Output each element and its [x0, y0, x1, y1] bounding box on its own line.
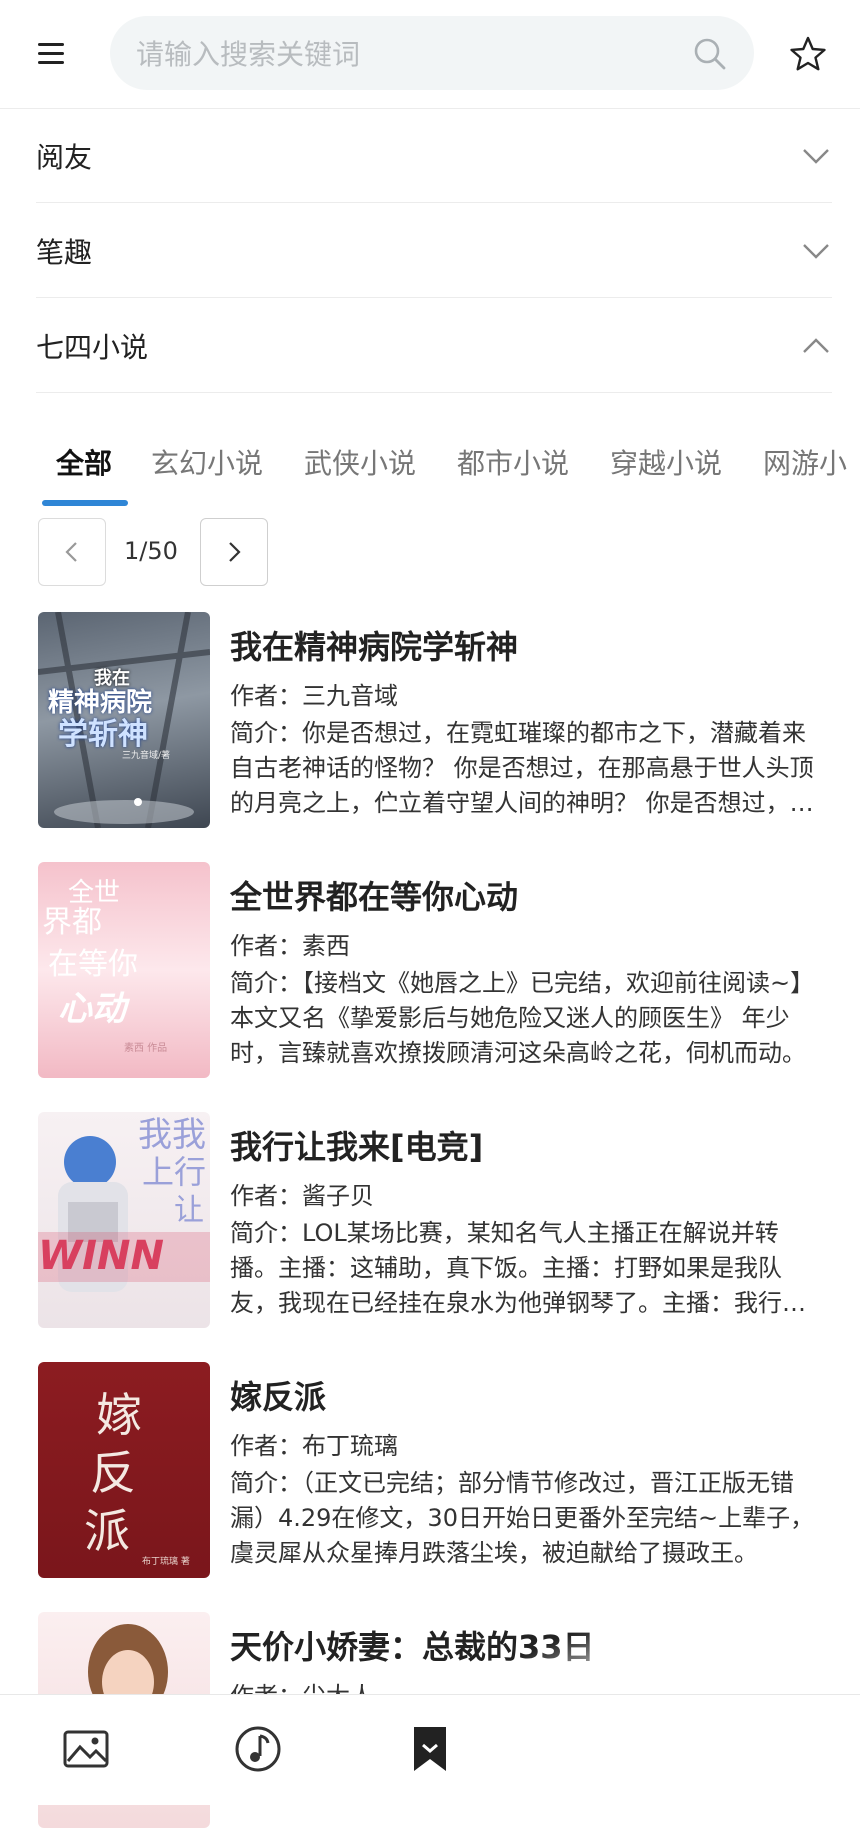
cover-title-line: 上行 — [142, 1153, 207, 1191]
chevron-down-icon — [803, 149, 829, 164]
top-bar — [0, 0, 860, 109]
tab-dushi[interactable]: 都市小说 — [457, 442, 569, 482]
source-item-yueyou[interactable]: 阅友 — [36, 108, 832, 203]
star-icon[interactable] — [788, 34, 828, 74]
book-description: 简介：LOL某场比赛，某知名气人主播正在解说并转播。主播：这辅助，真下饭。主播：… — [230, 1219, 806, 1317]
chevron-right-icon — [229, 542, 241, 562]
source-label: 阅友 — [36, 141, 93, 174]
cover-title-line: 嫁 — [96, 1388, 142, 1442]
source-item-qisi[interactable]: 七四小说 — [36, 298, 832, 393]
category-tabs: 全部 玄幻小说 武侠小说 都市小说 穿越小说 网游小 — [36, 430, 860, 510]
book-item[interactable]: 我在 精神病院 学斩神 三九音域/著 我在精神病院学斩神 作者：三九音域 简介：… — [38, 612, 828, 830]
book-item[interactable]: 嫁 反 派 布丁琉璃 著 嫁反派 作者：布丁琉璃 简介：（正文已完结；部分情节修… — [38, 1362, 828, 1580]
book-description: 简介：（正文已完结；部分情节修改过，晋江正版无错漏）4.29在修文，30日开始日… — [230, 1469, 815, 1567]
book-item[interactable]: 我我 上行 让 WINN 我行让我来[电竞] 作者：酱子贝 简介：LOL某场比赛… — [38, 1112, 828, 1330]
cover-title-line: 心动 — [58, 989, 126, 1029]
source-label: 笔趣 — [36, 236, 93, 269]
book-title: 我在精神病院学斩神 — [230, 628, 519, 666]
book-title: 嫁反派 — [230, 1378, 327, 1416]
book-cover: 全世 界都 在等你 心动 素西 作品 — [38, 862, 210, 1078]
cover-author: 三九音域/著 — [122, 751, 171, 761]
cover-title-line: 我我 — [138, 1115, 206, 1155]
image-icon[interactable] — [60, 1723, 112, 1775]
source-item-biqu[interactable]: 笔趣 — [36, 203, 832, 298]
search-icon[interactable] — [692, 36, 728, 72]
tab-xuanhuan[interactable]: 玄幻小说 — [151, 442, 263, 482]
source-accordion: 阅友 笔趣 七四小说 — [36, 108, 832, 393]
bottom-nav — [0, 1694, 860, 1805]
prev-page-button[interactable] — [38, 518, 106, 586]
menu-icon-line — [38, 52, 64, 55]
menu-icon-line — [38, 61, 64, 64]
cover-title-line: 让 — [174, 1193, 204, 1228]
book-item[interactable]: 全世 界都 在等你 心动 素西 作品 全世界都在等你心动 作者：素西 简介：【接… — [38, 862, 828, 1080]
cover-title-line: 学斩神 — [58, 717, 148, 752]
source-label: 七四小说 — [36, 331, 149, 364]
cover-title-line: 全世 — [68, 878, 121, 908]
active-tab-indicator — [42, 500, 128, 506]
book-title: 我行让我来[电竞] — [230, 1128, 484, 1166]
cover-author: 素西 作品 — [124, 1043, 168, 1054]
book-description: 简介：【接档文《她唇之上》已完结，欢迎前往阅读~】本文又名《挚爱影后与她危险又迷… — [230, 969, 815, 1067]
tab-wangyou[interactable]: 网游小 — [763, 442, 847, 482]
book-description: 简介：你是否想过，在霓虹璀璨的都市之下，潜藏着来自古老神话的怪物？ 你是否想过，… — [230, 719, 814, 817]
book-author: 作者：三九音域 — [230, 682, 398, 710]
book-author: 作者：布丁琉璃 — [230, 1432, 398, 1460]
chevron-up-icon — [803, 338, 829, 353]
menu-button[interactable] — [30, 34, 74, 74]
cover-title-line: 界都 — [42, 905, 102, 940]
cover-title-line: 在等你 — [48, 947, 138, 982]
book-author: 作者：素西 — [230, 932, 350, 960]
tab-all[interactable]: 全部 — [56, 442, 112, 482]
cover-title-line: 我在 — [94, 668, 130, 689]
book-cover: 我在 精神病院 学斩神 三九音域/著 — [38, 612, 210, 828]
tab-wuxia[interactable]: 武侠小说 — [304, 442, 416, 482]
chevron-left-icon — [65, 542, 77, 562]
cover-title-line: WINN — [38, 1233, 164, 1279]
cover-author: 布丁琉璃 著 — [142, 1557, 190, 1567]
page-indicator: 1/50 — [124, 537, 178, 565]
book-author: 作者：酱子贝 — [230, 1182, 374, 1210]
cover-title-line: 派 — [84, 1504, 130, 1558]
music-icon[interactable] — [232, 1723, 284, 1775]
book-title: 全世界都在等你心动 — [230, 878, 519, 916]
bookmark-icon[interactable] — [404, 1723, 456, 1775]
book-cover: 嫁 反 派 布丁琉璃 著 — [38, 1362, 210, 1578]
menu-icon — [38, 43, 64, 46]
cover-title-line: 精神病院 — [48, 688, 153, 718]
cover-title-line: 反 — [90, 1446, 136, 1500]
next-page-button[interactable] — [200, 518, 268, 586]
tab-chuanyue[interactable]: 穿越小说 — [610, 442, 722, 482]
book-cover: 我我 上行 让 WINN — [38, 1112, 210, 1328]
search-box[interactable] — [110, 16, 754, 92]
search-input[interactable] — [134, 16, 678, 92]
chevron-down-icon — [803, 244, 829, 259]
